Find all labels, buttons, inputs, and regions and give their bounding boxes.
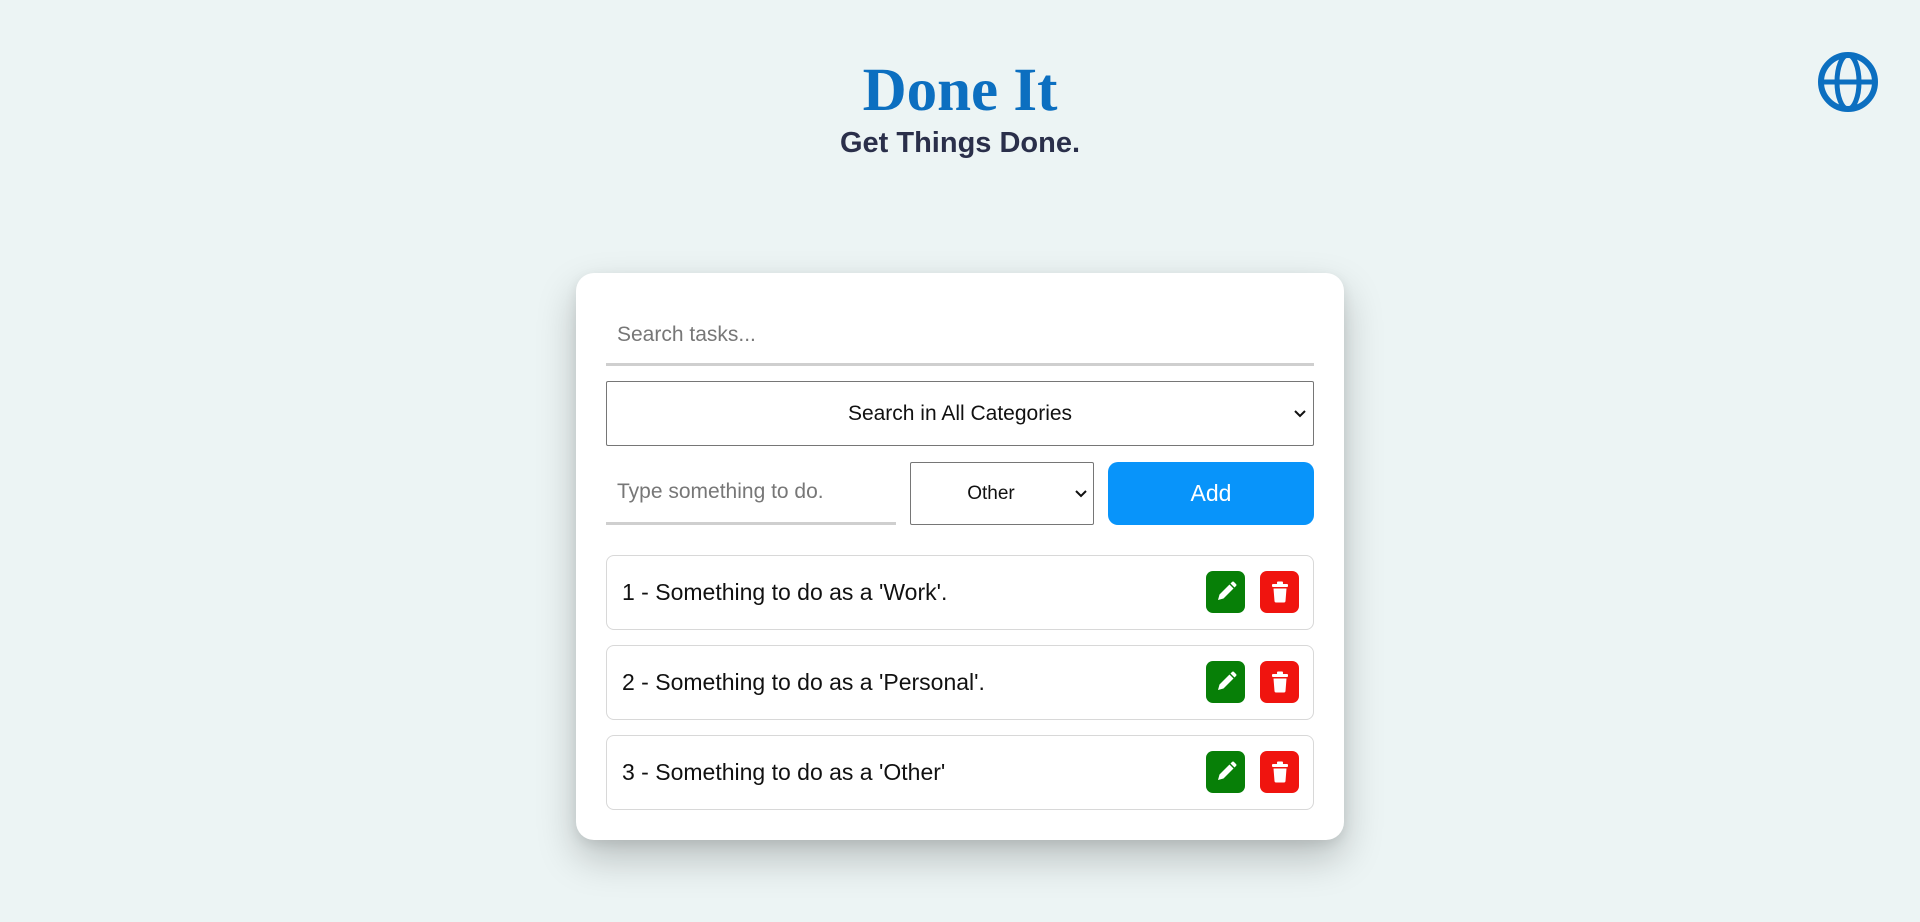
category-filter-select[interactable]: Search in All Categories — [606, 381, 1314, 446]
edit-task-button[interactable] — [1206, 571, 1245, 613]
task-item: 2 - Something to do as a 'Personal'. — [606, 645, 1314, 720]
pencil-icon — [1217, 581, 1236, 600]
pencil-icon — [1217, 671, 1236, 690]
task-item: 3 - Something to do as a 'Other' — [606, 735, 1314, 810]
chevron-down-icon — [1075, 489, 1087, 497]
chevron-down-icon — [1294, 409, 1306, 417]
add-task-button[interactable]: Add — [1108, 462, 1314, 525]
task-text: 2 - Something to do as a 'Personal'. — [622, 669, 985, 695]
trash-icon — [1271, 581, 1288, 603]
todo-card: Search in All Categories Other Add 1 - S… — [576, 273, 1344, 840]
delete-task-button[interactable] — [1260, 571, 1299, 613]
app-header: Done It Get Things Done. — [0, 56, 1920, 160]
trash-icon — [1271, 761, 1288, 783]
delete-task-button[interactable] — [1260, 751, 1299, 793]
task-category-value: Other — [967, 482, 1015, 504]
delete-task-button[interactable] — [1260, 661, 1299, 703]
search-input[interactable] — [606, 306, 1314, 366]
task-item: 1 - Something to do as a 'Work'. — [606, 555, 1314, 630]
app-subtitle: Get Things Done. — [839, 127, 1081, 159]
new-task-input[interactable] — [606, 461, 896, 525]
globe-icon — [1818, 52, 1878, 112]
task-category-select[interactable]: Other — [910, 462, 1094, 525]
task-text: 1 - Something to do as a 'Work'. — [622, 579, 948, 605]
task-text: 3 - Something to do as a 'Other' — [622, 759, 946, 785]
category-filter-value: Search in All Categories — [847, 401, 1073, 425]
task-list: 1 - Something to do as a 'Work'. 2 - Som… — [606, 555, 1314, 825]
edit-task-button[interactable] — [1206, 661, 1245, 703]
edit-task-button[interactable] — [1206, 751, 1245, 793]
trash-icon — [1271, 671, 1288, 693]
app-title: Done It — [862, 57, 1058, 124]
language-button[interactable] — [1817, 51, 1879, 113]
pencil-icon — [1217, 761, 1236, 780]
